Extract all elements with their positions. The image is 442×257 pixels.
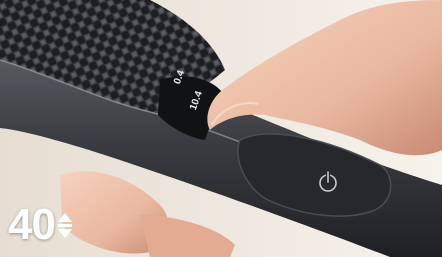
up-down-arrows-icon [57,212,72,238]
length-settings-count: 40 [8,200,56,249]
product-photo: 0.4 10.4 40 [0,0,442,257]
length-settings-badge: 40 [8,203,72,247]
